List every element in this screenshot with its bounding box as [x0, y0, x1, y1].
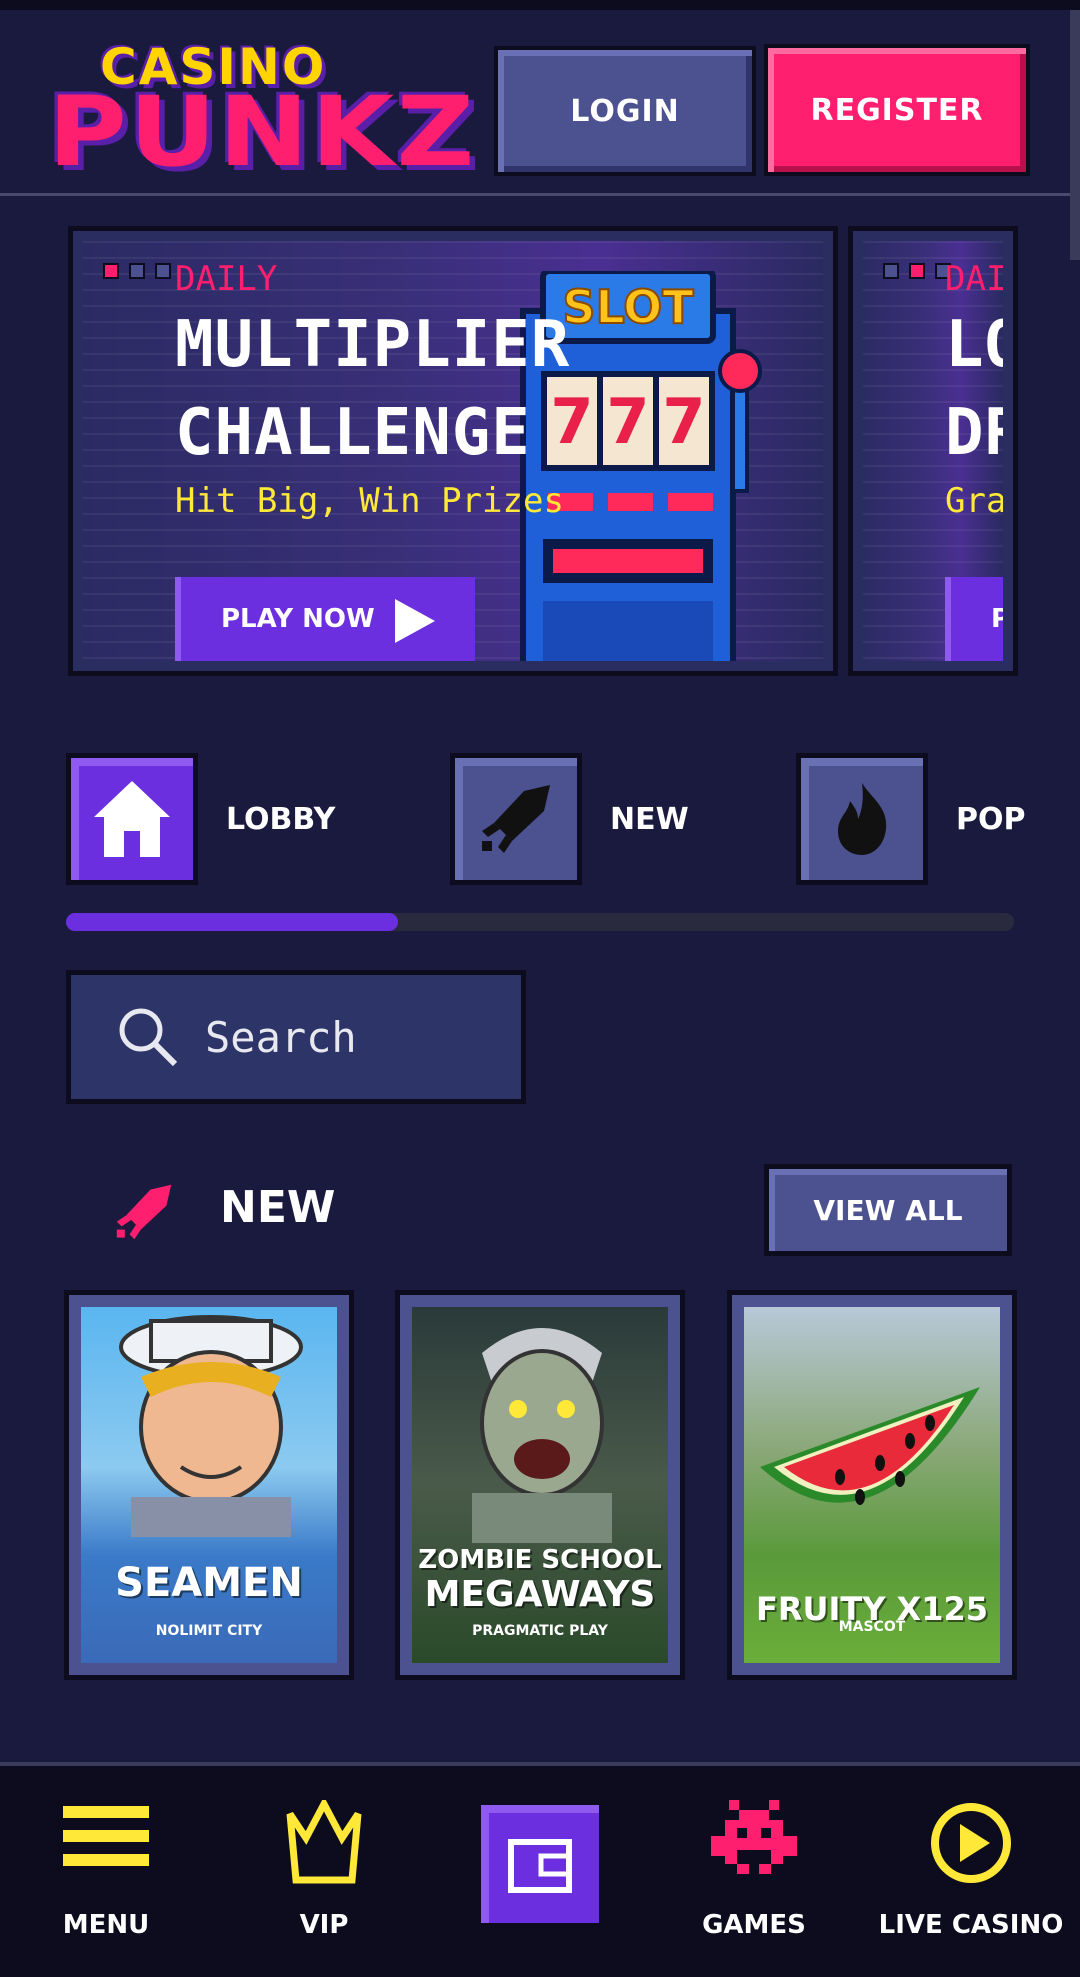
game-thumbnail: FRUITY X125 MASCOT — [744, 1307, 1000, 1663]
nav-menu[interactable]: MENU — [6, 1800, 206, 1950]
category-label: POP — [956, 801, 1026, 837]
banner-title-line2: DR — [945, 396, 1003, 470]
crown-icon — [286, 1800, 362, 1884]
banner-title-line1: MULTIPLIER — [175, 308, 571, 382]
logo-bottom-text: PUNKZ — [48, 76, 477, 188]
banner-tag: DAILY — [175, 259, 278, 299]
banner-background: SLOT 7 7 7 DAILY MULTIPLIER CHALLENGE Hi… — [83, 241, 823, 661]
zombie-image — [472, 1328, 612, 1543]
rocket-icon — [116, 1184, 172, 1240]
nav-live-casino[interactable]: LIVE CASINO — [868, 1800, 1074, 1950]
play-arrow-icon — [395, 599, 435, 643]
game-provider: NOLIMIT CITY — [155, 1623, 263, 1639]
svg-text:7: 7 — [662, 385, 705, 458]
nav-label: LIVE CASINO — [878, 1910, 1064, 1940]
window-dots — [883, 263, 951, 279]
register-button[interactable]: REGISTER — [764, 44, 1030, 176]
category-popular[interactable]: POP — [796, 752, 1025, 886]
search-input[interactable]: Search — [66, 970, 526, 1104]
promo-banner-next[interactable]: DAIL LO DR Grab PL — [848, 226, 1018, 676]
category-label: NEW — [610, 801, 689, 837]
rocket-icon — [450, 753, 582, 885]
banner-title: LO DR — [945, 301, 1003, 477]
game-title-line2: MEGAWAYS — [424, 1574, 656, 1615]
game-provider: PRAGMATIC PLAY — [472, 1623, 608, 1639]
nav-wallet[interactable] — [476, 1800, 604, 1928]
banner-tag: DAIL — [945, 259, 1003, 299]
window-dots — [103, 263, 171, 279]
category-new[interactable]: NEW — [450, 752, 689, 886]
wallet-icon — [508, 1839, 572, 1893]
game-thumbnail: ZOMBIE SCHOOL MEGAWAYS PRAGMATIC PLAY — [412, 1307, 668, 1663]
nav-label: VIP — [299, 1910, 349, 1940]
banner-title: MULTIPLIER CHALLENGE — [175, 301, 570, 477]
header: CASINO PUNKZ LOGIN REGISTER — [0, 10, 1080, 196]
game-title: SEAMEN — [115, 1560, 303, 1606]
game-card-seamen[interactable]: SEAMEN NOLIMIT CITY — [64, 1290, 354, 1680]
play-now-label: PLAY NOW — [221, 604, 375, 634]
game-thumbnail: SEAMEN NOLIMIT CITY — [81, 1307, 337, 1663]
search-placeholder: Search — [205, 1012, 357, 1062]
view-all-button[interactable]: VIEW ALL — [764, 1164, 1012, 1256]
game-title-line1: ZOMBIE SCHOOL — [418, 1545, 662, 1575]
watermelon-image — [760, 1387, 980, 1505]
play-circle-icon — [931, 1803, 1011, 1883]
search-icon — [119, 1008, 178, 1067]
svg-text:7: 7 — [606, 385, 649, 458]
category-scroll-progress[interactable] — [66, 913, 1014, 931]
play-now-button[interactable]: PL — [945, 577, 1003, 661]
banner-background: DAIL LO DR Grab PL — [863, 241, 1003, 661]
page-scrollbar[interactable] — [1070, 10, 1080, 260]
game-provider: MASCOT — [838, 1619, 906, 1635]
space-invader-icon — [711, 1800, 797, 1874]
banner-subtitle: Grab — [945, 481, 1003, 521]
banner-title-line2: CHALLENGE — [175, 396, 531, 470]
nav-label: MENU — [62, 1910, 150, 1940]
house-icon — [66, 753, 198, 885]
nav-games[interactable]: GAMES — [654, 1800, 854, 1950]
banner-title-line1: LO — [945, 308, 1003, 382]
play-now-label: PL — [991, 604, 1003, 634]
flame-icon — [796, 753, 928, 885]
menu-icon — [63, 1806, 149, 1866]
game-card-fruity-x125[interactable]: FRUITY X125 MASCOT — [727, 1290, 1017, 1680]
login-button[interactable]: LOGIN — [494, 46, 756, 176]
category-label: LOBBY — [226, 801, 336, 837]
status-strip — [0, 0, 1080, 10]
promo-banner-multiplier[interactable]: SLOT 7 7 7 DAILY MULTIPLIER CHALLENGE Hi… — [68, 226, 838, 676]
nav-vip[interactable]: VIP — [224, 1800, 424, 1950]
section-title: NEW — [220, 1182, 336, 1233]
category-scroll-progress-fill — [66, 913, 398, 931]
play-now-button[interactable]: PLAY NOW — [175, 577, 475, 661]
category-lobby[interactable]: LOBBY — [66, 752, 335, 886]
game-card-zombie-school[interactable]: ZOMBIE SCHOOL MEGAWAYS PRAGMATIC PLAY — [395, 1290, 685, 1680]
nav-label: GAMES — [702, 1910, 806, 1940]
banner-subtitle: Hit Big, Win Prizes — [175, 481, 564, 521]
casino-punkz-logo[interactable]: CASINO PUNKZ — [48, 32, 474, 182]
svg-text:SLOT: SLOT — [562, 280, 694, 334]
sailor-image — [119, 1315, 303, 1537]
